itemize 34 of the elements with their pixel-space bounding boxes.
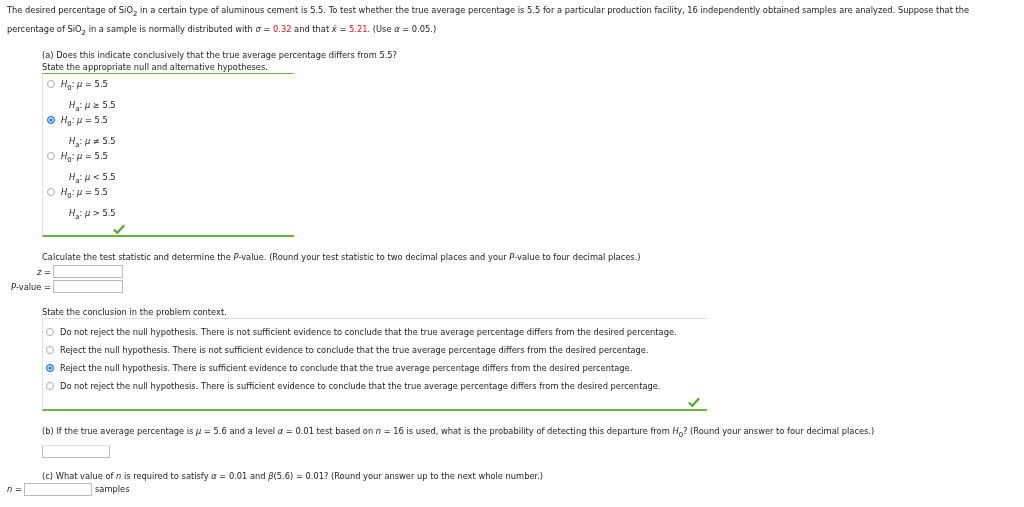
radio-button[interactable] bbox=[47, 152, 55, 161]
null-hypothesis: H$_{0}$: μ = 5.5 bbox=[61, 115, 109, 130]
radio-button[interactable] bbox=[47, 80, 55, 89]
option-text: Do not reject the null hypothesis. There is sufficient evidence to conclude that the true average percentage differs from the desired percentage. bbox=[60, 381, 661, 392]
option-text: Reject the null hypothesis. There is sufficient evidence to conclude that the true average percentage differs from the desired percentage. bbox=[60, 363, 633, 374]
field-label: z = bbox=[36, 266, 51, 277]
problem-statement: The desired percentage of SiO$_{2}$ in a certain type of aluminous cement is 5.5. To test whether the true average percentage is 5.5 for a particular production facility, 16 independently obtained samples are analyzed. Suppose that the percentage of SiO$_{2}$ in a sample is normally distributed with σ = 0.32 and that x̄ = 5.21. (Use α = 0.05.) bbox=[7, 4, 971, 39]
radio-button[interactable] bbox=[47, 188, 55, 197]
input-field[interactable] bbox=[53, 280, 123, 294]
radio-button[interactable] bbox=[46, 328, 54, 337]
radio-button[interactable] bbox=[46, 346, 54, 355]
option-text: Do not reject the null hypothesis. There is not sufficient evidence to conclude that the true average percentage differs from the desired percentage. bbox=[60, 327, 677, 338]
alternative-hypothesis: H$_{a}$: μ ≠ 5.5 bbox=[68, 135, 116, 151]
input-field[interactable] bbox=[24, 482, 92, 496]
field-label: P-value = bbox=[9, 281, 51, 292]
option-text: Reject the null hypothesis. There is not sufficient evidence to conclude that the true average percentage differs from the desired percentage. bbox=[60, 345, 649, 356]
alternative-hypothesis: H$_{a}$: μ > 5.5 bbox=[68, 207, 116, 223]
question-text: (b) If the true average percentage is μ = 5.6 and a level α = 0.01 test based on n = 16 is used, what is the probability of detecting this departure from H$_{0}$? (Round your answer to four decimal places.) bbox=[42, 425, 876, 441]
question-text: (a) Does this indicate conclusively that the true average percentage differs from 5.5? bbox=[42, 49, 398, 62]
question-text: (c) What value of n is required to satisfy α = 0.01 and β(5.6) = 0.01? (Round your answer up to the next whole number.) bbox=[42, 469, 545, 482]
radio-button[interactable] bbox=[46, 382, 54, 391]
instruction-text: Calculate the test statistic and determine the P-value. (Round your test statistic to two decimal places and your P-value to four decimal places.) bbox=[42, 251, 642, 264]
unit-label: samples bbox=[95, 484, 130, 495]
alternative-hypothesis: H$_{a}$: μ < 5.5 bbox=[68, 171, 116, 187]
radio-button[interactable] bbox=[47, 116, 55, 125]
instruction-text: State the appropriate null and alternative hypotheses. bbox=[42, 61, 269, 74]
null-hypothesis: H$_{0}$: μ = 5.5 bbox=[61, 151, 109, 166]
field-label: n = bbox=[7, 484, 21, 495]
null-hypothesis: H$_{0}$: μ = 5.5 bbox=[61, 79, 109, 94]
alternative-hypothesis: H$_{a}$: μ ≥ 5.5 bbox=[68, 99, 116, 115]
input-field[interactable] bbox=[42, 444, 110, 458]
null-hypothesis: H$_{0}$: μ = 5.5 bbox=[61, 187, 109, 202]
input-field[interactable] bbox=[53, 265, 123, 279]
instruction-text: State the conclusion in the problem context. bbox=[42, 306, 228, 319]
